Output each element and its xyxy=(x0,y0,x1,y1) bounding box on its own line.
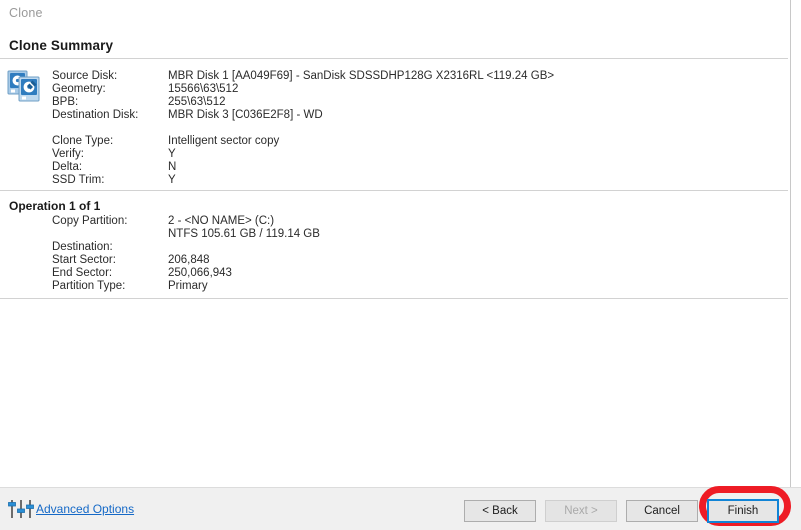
info-label: BPB: xyxy=(52,96,79,108)
clone-wizard-window: Clone Clone Summary Source Disk: MBR Dis… xyxy=(0,0,801,530)
info-label: Destination: xyxy=(52,241,113,253)
info-value: 15566\63\512 xyxy=(168,83,239,95)
footer-bar: Advanced Options < Back Next > Cancel Fi… xyxy=(0,487,801,530)
info-label: Copy Partition: xyxy=(52,215,128,227)
info-value: Intelligent sector copy xyxy=(168,135,280,147)
finish-button[interactable]: Finish xyxy=(707,499,779,523)
info-label: Source Disk: xyxy=(52,70,118,82)
advanced-options-link[interactable]: Advanced Options xyxy=(36,502,134,516)
page-title: Clone Summary xyxy=(9,38,114,53)
info-value: 250,066,943 xyxy=(168,267,232,279)
info-value: MBR Disk 1 [AA049F69] - SanDisk SDSSDHP1… xyxy=(168,70,555,82)
disk-clone-icon xyxy=(7,70,41,102)
info-label: Start Sector: xyxy=(52,254,116,266)
separator-operation xyxy=(0,190,788,191)
info-label: Geometry: xyxy=(52,83,106,95)
info-label: Delta: xyxy=(52,161,83,173)
back-button[interactable]: < Back xyxy=(464,500,536,522)
info-label: Partition Type: xyxy=(52,280,126,292)
info-label: End Sector: xyxy=(52,267,113,279)
separator-top xyxy=(0,58,788,59)
next-button: Next > xyxy=(545,500,617,522)
sliders-icon xyxy=(8,499,34,519)
info-value: NTFS 105.61 GB / 119.14 GB xyxy=(168,228,320,240)
info-value: Primary xyxy=(168,280,208,292)
info-label: Verify: xyxy=(52,148,84,160)
info-value: Y xyxy=(168,174,176,186)
window-right-border xyxy=(790,0,791,487)
info-value: 206,848 xyxy=(168,254,210,266)
info-value: 2 - <NO NAME> (C:) xyxy=(168,215,275,227)
separator-bottom xyxy=(0,298,788,299)
info-value: MBR Disk 3 [C036E2F8] - WD xyxy=(168,109,323,121)
operation-heading: Operation 1 of 1 xyxy=(9,199,101,213)
info-label: Destination Disk: xyxy=(52,109,139,121)
info-label: SSD Trim: xyxy=(52,174,105,186)
info-value: Y xyxy=(168,148,176,160)
info-label: Clone Type: xyxy=(52,135,114,147)
cancel-button[interactable]: Cancel xyxy=(626,500,698,522)
info-value: N xyxy=(168,161,177,173)
info-value: 255\63\512 xyxy=(168,96,226,108)
wizard-caption: Clone xyxy=(9,6,43,20)
